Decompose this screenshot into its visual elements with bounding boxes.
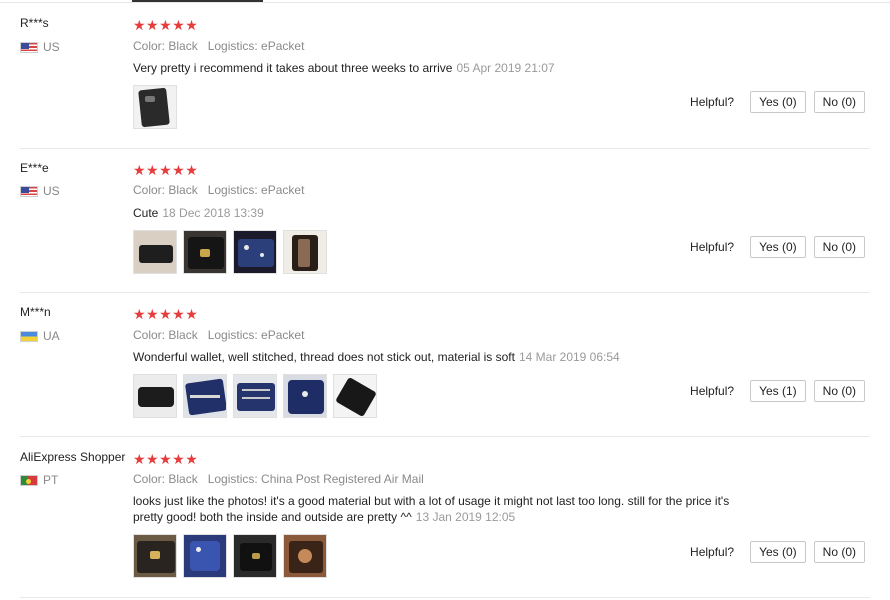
review-photo-thumbnail[interactable] (233, 374, 277, 418)
active-tab-indicator (132, 0, 263, 2)
review-divider (20, 436, 870, 437)
review-photo-thumbnail[interactable] (233, 534, 277, 578)
review-photos (133, 230, 327, 274)
reviewer-country: PT (20, 473, 59, 487)
review-photo-thumbnail[interactable] (283, 230, 327, 274)
helpful-no-button[interactable]: No (0) (813, 236, 865, 258)
review-photo-thumbnail[interactable] (133, 534, 177, 578)
review-photos (133, 374, 377, 418)
helpful-vote: Helpful? Yes (0) No (0) (690, 541, 865, 563)
helpful-vote: Helpful? Yes (0) No (0) (690, 236, 865, 258)
helpful-yes-button[interactable]: Yes (0) (750, 236, 806, 258)
review-photo-thumbnail[interactable] (233, 230, 277, 274)
helpful-no-button[interactable]: No (0) (813, 541, 865, 563)
top-divider (0, 2, 890, 3)
review-photo-thumbnail[interactable] (133, 230, 177, 274)
review-photos (133, 534, 327, 578)
helpful-label: Helpful? (690, 240, 735, 254)
helpful-label: Helpful? (690, 384, 735, 398)
helpful-no-button[interactable]: No (0) (813, 380, 865, 402)
reviewer-name: E***e (20, 161, 49, 175)
reviewer-country: UA (20, 329, 60, 343)
star-rating: ★★★★★ (133, 162, 199, 178)
helpful-label: Helpful? (690, 545, 735, 559)
review-photo-thumbnail[interactable] (283, 374, 327, 418)
color-attribute: Color: Black (133, 183, 198, 197)
order-meta: Color: Black Logistics: China Post Regist… (133, 472, 424, 486)
review-text-line: pretty good! both the inside and outside… (133, 510, 412, 524)
review-photo-thumbnail[interactable] (183, 374, 227, 418)
reviewer-name: M***n (20, 305, 51, 319)
review-photo-thumbnail[interactable] (333, 374, 377, 418)
helpful-no-button[interactable]: No (0) (813, 91, 865, 113)
logistics-attribute: Logistics: ePacket (207, 183, 305, 197)
review-photo-thumbnail[interactable] (133, 85, 177, 129)
reviewer-name: R***s (20, 16, 49, 30)
color-attribute: Color: Black (133, 328, 198, 342)
ua-flag-icon (20, 330, 38, 342)
helpful-yes-button[interactable]: Yes (0) (750, 541, 806, 563)
reviewer-name: AliExpress Shopper (20, 450, 126, 464)
us-flag-icon (20, 185, 38, 197)
review-divider (20, 148, 870, 149)
review-text: Wonderful wallet, well stitched, thread … (133, 349, 773, 365)
review-text: looks just like the photos! it's a good … (133, 493, 773, 525)
helpful-yes-button[interactable]: Yes (1) (750, 380, 806, 402)
pt-flag-icon (20, 474, 38, 486)
review-photo-thumbnail[interactable] (133, 374, 177, 418)
color-attribute: Color: Black (133, 39, 198, 53)
star-rating: ★★★★★ (133, 17, 199, 33)
review-photo-thumbnail[interactable] (283, 534, 327, 578)
country-code: PT (43, 473, 59, 487)
review-photo-thumbnail[interactable] (183, 534, 227, 578)
star-rating: ★★★★★ (133, 451, 199, 467)
review-text-line: Very pretty i recommend it takes about t… (133, 61, 453, 75)
order-meta: Color: Black Logistics: ePacket (133, 39, 304, 53)
country-code: US (43, 184, 60, 198)
country-code: UA (43, 329, 60, 343)
order-meta: Color: Black Logistics: ePacket (133, 183, 304, 197)
review-date: 14 Mar 2019 06:54 (518, 350, 620, 364)
review-date: 05 Apr 2019 21:07 (456, 61, 555, 75)
review-date: 13 Jan 2019 12:05 (415, 510, 516, 524)
review-photo-thumbnail[interactable] (183, 230, 227, 274)
review-text-line: Cute (133, 206, 159, 220)
logistics-attribute: Logistics: ePacket (207, 328, 305, 342)
review-divider (20, 597, 870, 598)
helpful-yes-button[interactable]: Yes (0) (750, 91, 806, 113)
country-code: US (43, 40, 60, 54)
order-meta: Color: Black Logistics: ePacket (133, 328, 304, 342)
review-text-line: Wonderful wallet, well stitched, thread … (133, 350, 515, 364)
review-photos (133, 85, 177, 129)
logistics-attribute: Logistics: China Post Registered Air Mai… (207, 472, 424, 486)
review-divider (20, 292, 870, 293)
star-rating: ★★★★★ (133, 306, 199, 322)
us-flag-icon (20, 41, 38, 53)
color-attribute: Color: Black (133, 472, 198, 486)
review-text-line: looks just like the photos! it's a good … (133, 494, 730, 508)
helpful-vote: Helpful? Yes (1) No (0) (690, 380, 865, 402)
reviewer-country: US (20, 184, 60, 198)
review-text: Cute 18 Dec 2018 13:39 (133, 205, 773, 221)
logistics-attribute: Logistics: ePacket (207, 39, 305, 53)
helpful-label: Helpful? (690, 95, 735, 109)
helpful-vote: Helpful? Yes (0) No (0) (690, 91, 865, 113)
review-text: Very pretty i recommend it takes about t… (133, 60, 773, 76)
review-date: 18 Dec 2018 13:39 (162, 206, 264, 220)
reviewer-country: US (20, 40, 60, 54)
